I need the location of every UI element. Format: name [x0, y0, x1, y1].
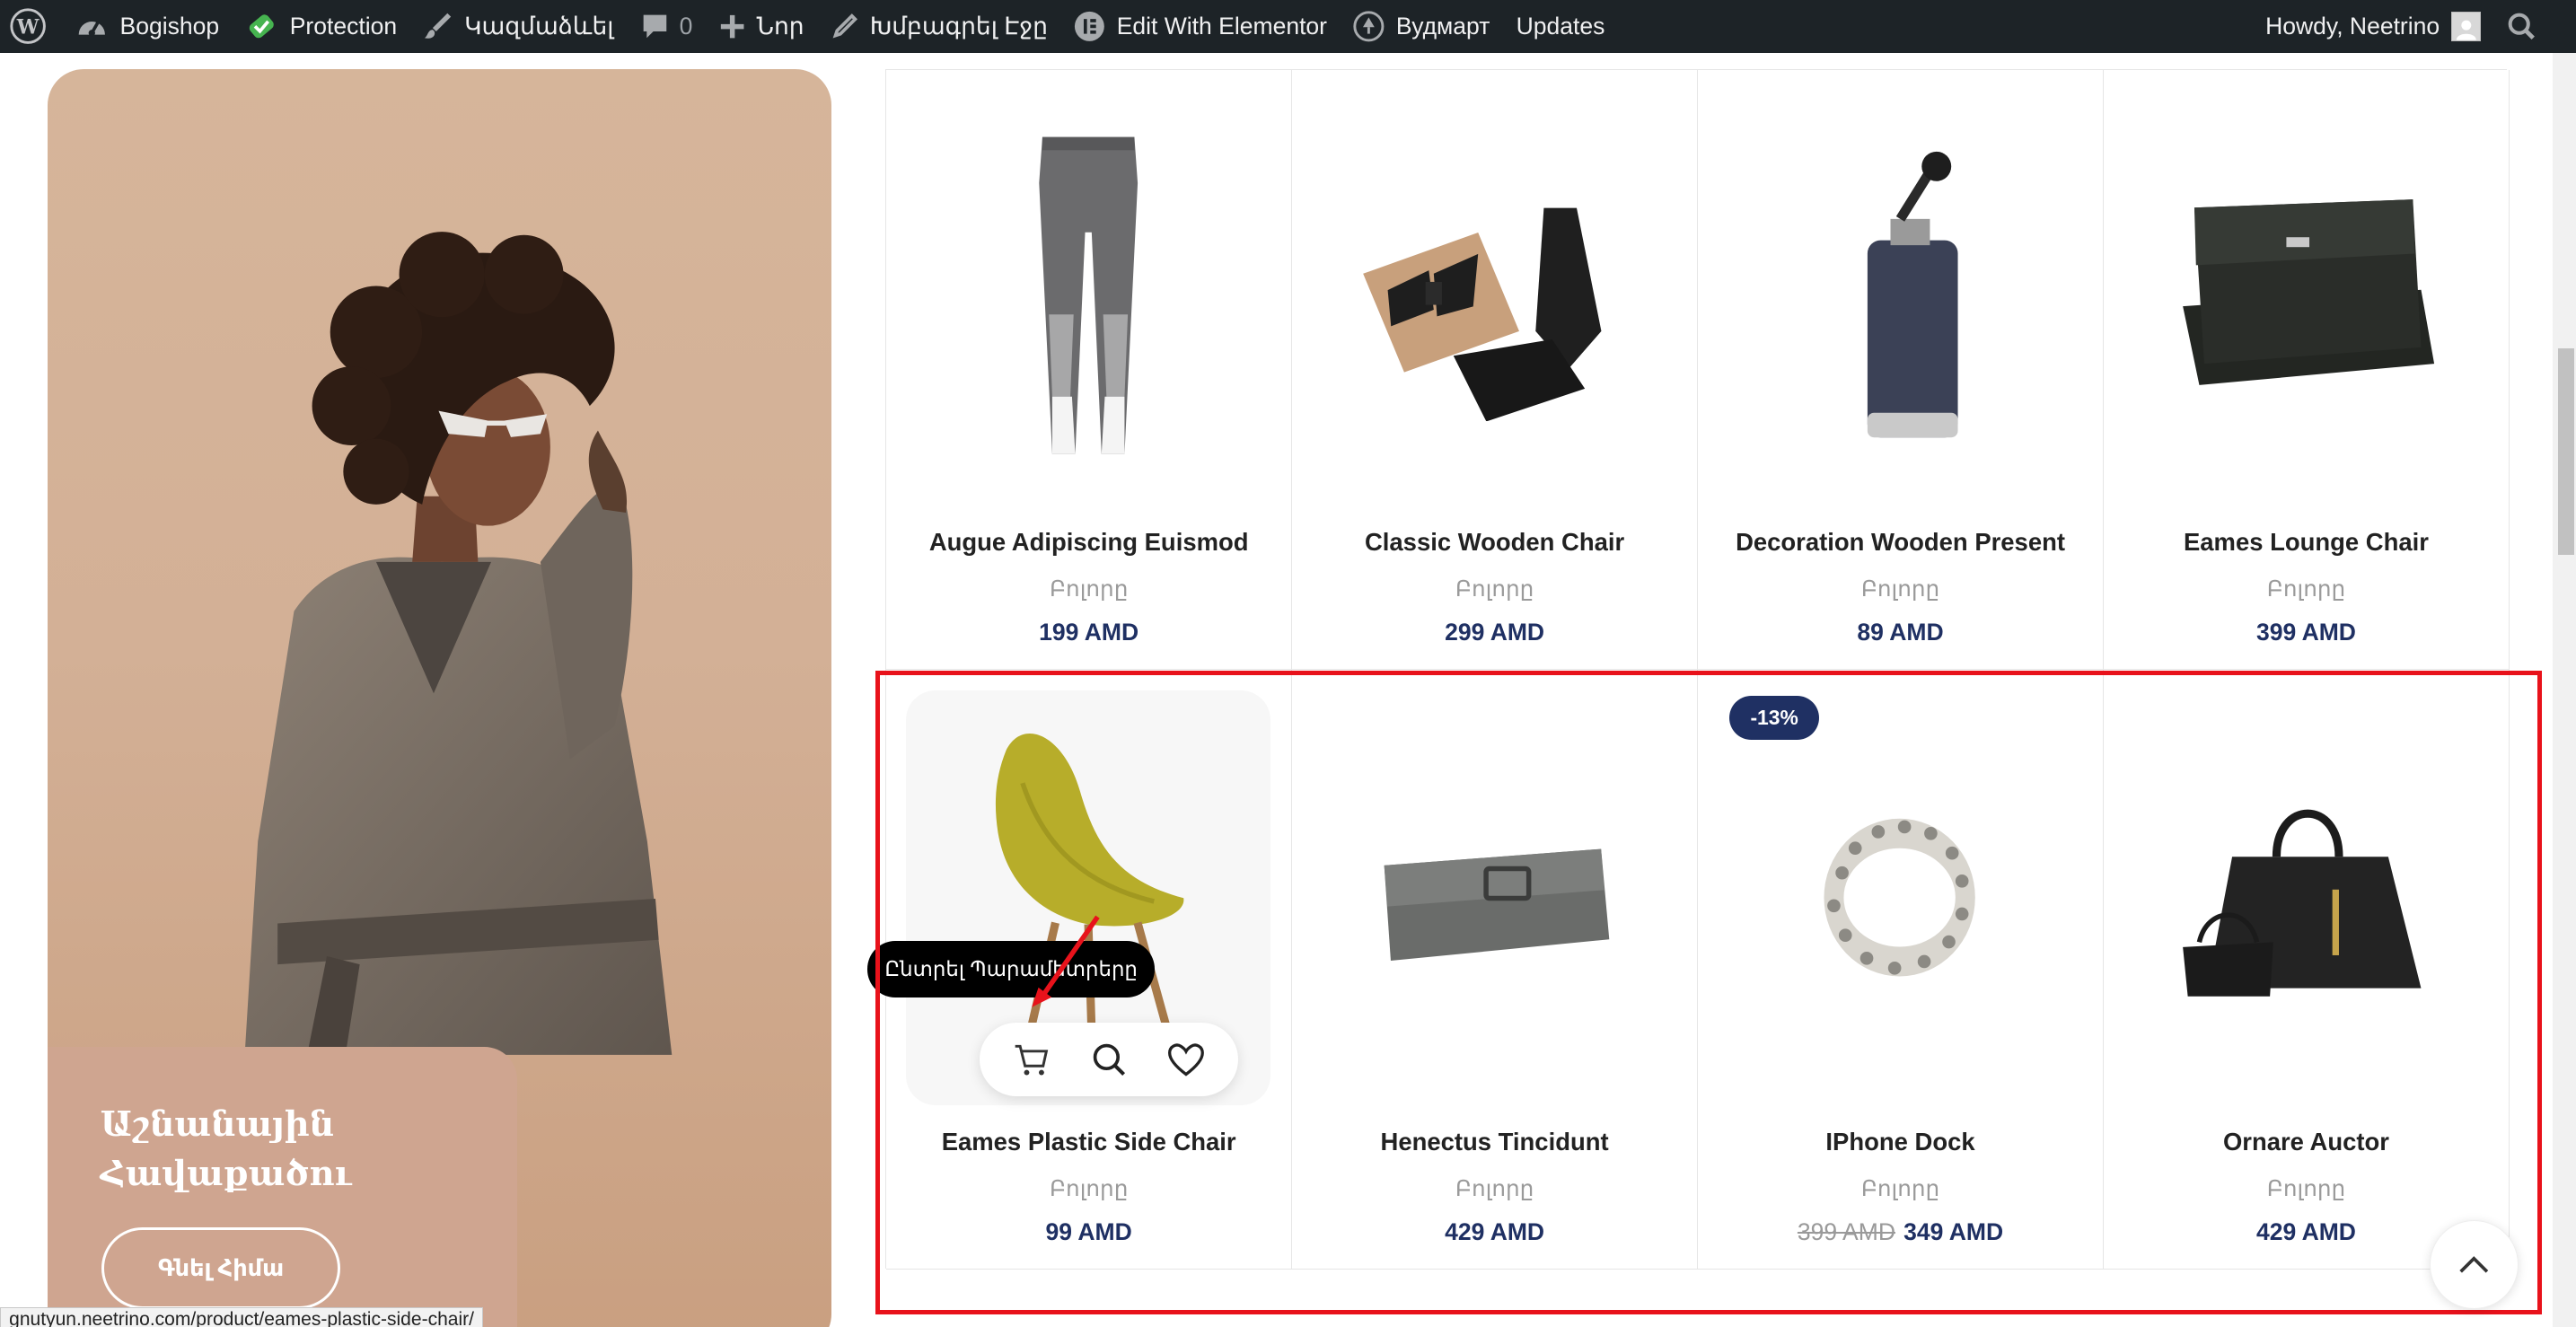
shield-check-icon [245, 10, 278, 43]
admin-search-button[interactable] [2501, 0, 2576, 53]
product-category[interactable]: Բոլորը [1698, 576, 2103, 602]
edit-page-menu[interactable]: Խմբագրել Էջը [817, 0, 1060, 53]
updates-label: Updates [1516, 12, 1605, 40]
vudmart-label: Вудмарт [1395, 12, 1490, 40]
dashboard-gauge-icon [75, 12, 109, 41]
product-thumbnail[interactable] [1718, 92, 2082, 505]
product-thumbnail[interactable] [906, 92, 1270, 505]
wordpress-logo-button[interactable]: W [0, 0, 63, 53]
plus-icon [719, 13, 745, 40]
product-price: 399 AMD [2104, 619, 2509, 646]
page-scrollbar-thumb[interactable] [2557, 347, 2575, 556]
price-current: 399 AMD [2255, 618, 2356, 646]
bowtie-set-image [1362, 207, 1602, 422]
pencil-icon [831, 13, 858, 40]
product-price: 299 AMD [1292, 619, 1697, 646]
product-thumbnail[interactable] [2123, 92, 2488, 505]
howdy-label: Howdy, Neetrino [2265, 12, 2440, 40]
scroll-to-top-button[interactable] [2430, 1220, 2519, 1310]
shop-now-button[interactable]: Գնել Հիմա [101, 1226, 340, 1310]
updates-menu[interactable]: Updates [1503, 0, 1618, 53]
new-label: Նոր [756, 12, 804, 40]
banner-card: Աշնանային Հավաքածու Գնել Հիմա [48, 1046, 518, 1327]
wordpress-icon: W [10, 8, 46, 45]
product-category[interactable]: Բոլորը [1292, 576, 1697, 602]
woodmart-tree-icon [1353, 11, 1385, 42]
new-content-menu[interactable]: Նոր [706, 0, 817, 53]
search-icon [2507, 12, 2536, 41]
edit-elementor-label: Edit With Elementor [1116, 12, 1328, 40]
price-current: 199 AMD [1039, 618, 1139, 646]
highlight-annotation-box [875, 670, 2542, 1314]
product-price: 199 AMD [886, 619, 1291, 646]
edit-page-label: Խմբագրել Էջը [869, 12, 1048, 40]
product-name[interactable]: Classic Wooden Chair [1292, 528, 1697, 557]
product-card[interactable]: Eames Lounge Chair Բոլորը 399 AMD [2104, 69, 2510, 670]
product-card[interactable]: Decoration Wooden Present Բոլորը 89 AMD [1698, 69, 2104, 670]
comment-bubble-icon [640, 12, 670, 41]
user-avatar-icon [2450, 11, 2481, 41]
protection-label: Protection [289, 12, 398, 40]
protection-menu[interactable]: Protection [233, 0, 410, 53]
leggings-image [1039, 136, 1139, 454]
my-account-menu[interactable]: Howdy, Neetrino [2252, 0, 2500, 53]
customize-label: Կազմաձևել [464, 12, 614, 40]
wp-admin-bar: W Bogishop Protection Կազմաձևել 0 Նոր Խմ… [0, 0, 2576, 53]
chevron-up-icon [2459, 1255, 2489, 1273]
flask-image [1867, 152, 1958, 438]
product-name[interactable]: Decoration Wooden Present [1698, 528, 2103, 557]
site-name-label: Bogishop [119, 12, 220, 40]
page-root: W Bogishop Protection Կազմաձևել 0 Նոր Խմ… [0, 0, 2576, 1327]
promo-banner: Աշնանային Հավաքածու Գնել Հիմա [48, 68, 831, 1327]
browser-status-url: gnutyun.neetrino.com/product/eames-plast… [0, 1307, 484, 1327]
page-scrollbar-track[interactable] [2553, 52, 2576, 1327]
product-thumbnail[interactable] [1312, 92, 1676, 505]
product-category[interactable]: Բոլորը [886, 576, 1291, 602]
product-category[interactable]: Բոլորը [2104, 576, 2509, 602]
vudmart-menu[interactable]: Вудмарт [1341, 0, 1503, 53]
admin-bar-secondary: Howdy, Neetrino [2252, 0, 2575, 53]
comments-menu[interactable]: 0 [627, 0, 706, 53]
customize-menu[interactable]: Կազմաձևել [410, 0, 627, 53]
price-current: 299 AMD [1445, 618, 1545, 646]
comments-count: 0 [679, 12, 693, 40]
product-card[interactable]: Classic Wooden Chair Բոլորը 299 AMD [1292, 69, 1699, 670]
wallet-image [2182, 199, 2434, 386]
banner-title: Աշնանային Հավաքածու [100, 1103, 352, 1194]
product-name[interactable]: Augue Adipiscing Euismod [886, 528, 1291, 557]
product-name[interactable]: Eames Lounge Chair [2104, 528, 2509, 557]
product-card[interactable]: Augue Adipiscing Euismod Բոլորը 199 AMD [886, 69, 1293, 670]
svg-text:W: W [16, 15, 40, 39]
product-price: 89 AMD [1698, 619, 2103, 646]
elementor-icon [1074, 11, 1105, 42]
brush-icon [423, 12, 453, 41]
edit-elementor-menu[interactable]: Edit With Elementor [1061, 0, 1341, 53]
price-current: 89 AMD [1857, 618, 1944, 646]
site-name-menu[interactable]: Bogishop [63, 0, 233, 53]
